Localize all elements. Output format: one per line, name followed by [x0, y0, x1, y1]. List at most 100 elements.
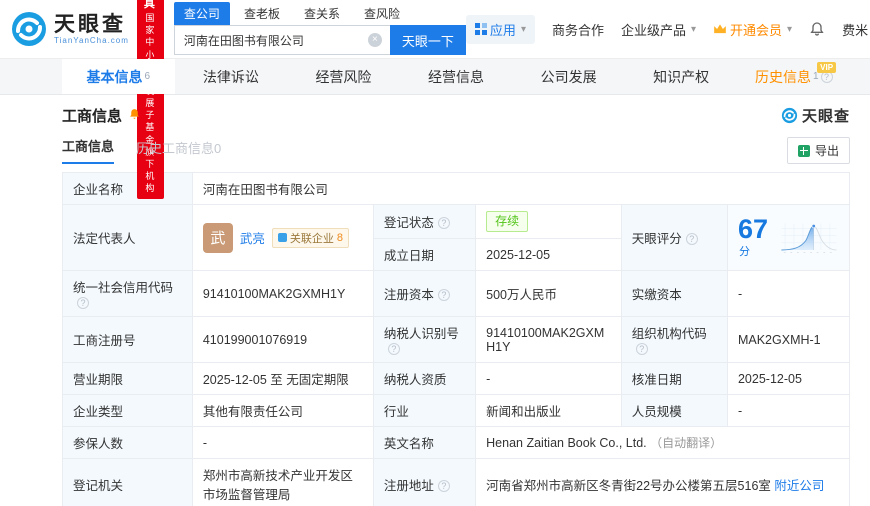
legal-rep-name-link[interactable]: 武亮 — [240, 228, 265, 247]
field-label: 工商注册号 — [62, 316, 193, 363]
field-label: 核准日期 — [620, 362, 728, 395]
nav-cooperation[interactable]: 商务合作 — [552, 20, 604, 39]
tab-operation-risk[interactable]: 经营风险 — [287, 59, 400, 94]
legal-rep-avatar[interactable]: 武 — [202, 222, 233, 253]
legal-rep-cell: 武 武亮 关联企业 8 — [191, 204, 374, 271]
nav-enterprise-products[interactable]: 企业级产品 — [621, 20, 696, 39]
table-row: 企业类型 其他有限责任公司 行业 新闻和出版业 人员规模 - — [62, 394, 851, 427]
table-row: 统一社会信用代码 91410100MAK2GXMH1Y 注册资本 500万人民币… — [62, 270, 851, 317]
company-name-value: 河南在田图书有限公司 — [191, 172, 851, 205]
business-term-value: 2025-12-05 至 无固定期限 — [191, 362, 374, 395]
info-icon[interactable] — [77, 297, 89, 309]
paid-capital-value: - — [726, 270, 851, 317]
vip-badge: VIP — [817, 62, 837, 73]
info-icon[interactable] — [437, 289, 450, 301]
tab-legal-litigation[interactable]: 法律诉讼 — [175, 59, 288, 94]
brand-name: 天眼查 — [54, 12, 126, 36]
nearby-companies-link[interactable]: 附近公司 — [774, 479, 824, 493]
insured-count-value: - — [191, 426, 374, 459]
field-label: 企业类型 — [62, 394, 193, 427]
info-icon[interactable] — [387, 343, 400, 355]
related-company-icon — [277, 233, 287, 242]
subtab-business-info[interactable]: 工商信息 — [62, 136, 115, 164]
establish-date-value: 2025-12-05 — [475, 238, 622, 271]
nav-user[interactable]: 费米 — [842, 20, 870, 39]
auto-translate-note: （自动翻译） — [650, 436, 723, 450]
export-button[interactable]: 导出 — [786, 137, 850, 164]
nav-open-vip[interactable]: 开通会员 — [713, 20, 792, 39]
table-row: 企业名称 河南在田图书有限公司 — [62, 172, 851, 205]
notification-bell-icon[interactable] — [809, 21, 825, 37]
business-info-section: 工商信息 天眼查 工商信息 历史工商信息0 导出 企业名称 河南在田图书有限公司… — [62, 95, 851, 506]
reg-status-value: 存续 — [475, 204, 622, 239]
field-label: 登记状态 — [372, 204, 477, 239]
info-icon[interactable] — [635, 343, 648, 355]
search-tab-company[interactable]: 查公司 — [173, 2, 230, 25]
field-label: 法定代表人 — [62, 204, 193, 271]
tianyancha-logo-icon — [12, 12, 46, 46]
tab-operation-info[interactable]: 经营信息 — [400, 59, 513, 94]
org-code-value: MAK2GXMH-1 — [726, 316, 851, 363]
brand-slogan: 都在用的商业查询工具 国家中小企业发展子基金旗下机构 — [136, 0, 164, 200]
search-area: 查公司 查老板 查关系 查风险 × 天眼一下 — [173, 2, 466, 55]
field-label: 企业名称 — [62, 172, 193, 205]
company-type-value: 其他有限责任公司 — [191, 394, 374, 427]
search-button[interactable]: 天眼一下 — [389, 25, 466, 55]
industry-value: 新闻和出版业 — [475, 394, 622, 427]
search-tab-boss[interactable]: 查老板 — [234, 2, 290, 25]
watermark-logo-icon — [781, 107, 798, 124]
tab-intellectual-property[interactable]: 知识产权 — [625, 59, 738, 94]
brand-domain: TianYanCha.com — [54, 35, 129, 45]
info-icon[interactable] — [685, 233, 698, 245]
field-label: 实缴资本 — [620, 270, 728, 317]
reg-number-value: 410199001076919 — [191, 316, 374, 363]
field-label: 注册地址 — [372, 458, 477, 506]
reg-authority-value: 郑州市高新技术产业开发区市场监督管理局 — [191, 458, 374, 506]
staff-size-value: - — [726, 394, 851, 427]
field-label: 组织机构代码 — [620, 316, 728, 363]
field-label: 营业期限 — [62, 362, 193, 395]
score-unit: 分 — [738, 246, 750, 258]
table-row: 登记机关 郑州市高新技术产业开发区市场监督管理局 注册地址 河南省郑州市高新区冬… — [62, 458, 850, 506]
search-tab-relation[interactable]: 查关系 — [294, 2, 350, 25]
tab-basic-info[interactable]: 基本信息 6 — [62, 59, 175, 94]
table-row: 法定代表人 武 武亮 关联企业 8 登记状态 存续 天眼评分 — [62, 204, 851, 271]
header-nav: 应用 商务合作 企业级产品 开通会员 费米 — [465, 14, 870, 44]
clear-icon[interactable]: × — [367, 33, 382, 47]
page-tab-bar: 基本信息 6 法律诉讼 经营风险 经营信息 公司发展 知识产权 VIP 历史信息 1 — [0, 58, 870, 95]
status-badge: 存续 — [486, 211, 529, 232]
field-label: 注册资本 — [372, 270, 477, 317]
taxpayer-quality-value: - — [475, 362, 622, 395]
nav-apps[interactable]: 应用 — [465, 14, 535, 44]
field-label: 英文名称 — [372, 426, 477, 459]
taxpayer-id-value: 91410100MAK2GXMH1Y — [475, 316, 622, 363]
search-input[interactable] — [173, 25, 390, 55]
info-icon[interactable] — [437, 479, 450, 492]
tianyan-score-cell[interactable]: 67 分 — [726, 204, 851, 271]
section-title: 工商信息 — [62, 108, 123, 125]
tab-history-info[interactable]: VIP 历史信息 1 — [737, 59, 850, 94]
crown-icon — [714, 24, 726, 34]
excel-icon — [797, 144, 810, 157]
score-distribution-chart — [781, 223, 837, 253]
field-label: 统一社会信用代码 — [62, 270, 193, 317]
header: 天眼查 TianYanCha.com 都在用的商业查询工具 国家中小企业发展子基… — [0, 0, 870, 200]
info-icon[interactable] — [437, 217, 450, 229]
related-company-tag[interactable]: 关联企业 8 — [271, 227, 349, 248]
table-row: 营业期限 2025-12-05 至 无固定期限 纳税人资质 - 核准日期 202… — [62, 362, 851, 395]
field-label: 纳税人识别号 — [372, 316, 477, 363]
watermark-logo: 天眼查 — [781, 105, 850, 126]
subscribe-bell-icon[interactable] — [128, 108, 141, 124]
field-label: 成立日期 — [372, 238, 477, 271]
search-tab-risk[interactable]: 查风险 — [354, 2, 410, 25]
subtab-history-business-info[interactable]: 历史工商信息0 — [136, 138, 221, 164]
reg-address-value: 河南省郑州市高新区冬青街22号办公楼第五层516室 附近公司 — [475, 458, 850, 506]
field-label: 登记机关 — [62, 458, 193, 506]
field-label: 天眼评分 — [620, 204, 728, 271]
reg-capital-value: 500万人民币 — [475, 270, 622, 317]
table-row: 参保人数 - 英文名称 Henan Zaitian Book Co., Ltd.… — [62, 426, 850, 459]
score-value: 67 — [737, 214, 769, 244]
tianyancha-logo[interactable]: 天眼查 TianYanCha.com — [10, 10, 129, 48]
tab-company-development[interactable]: 公司发展 — [512, 59, 625, 94]
field-label: 行业 — [372, 394, 477, 427]
